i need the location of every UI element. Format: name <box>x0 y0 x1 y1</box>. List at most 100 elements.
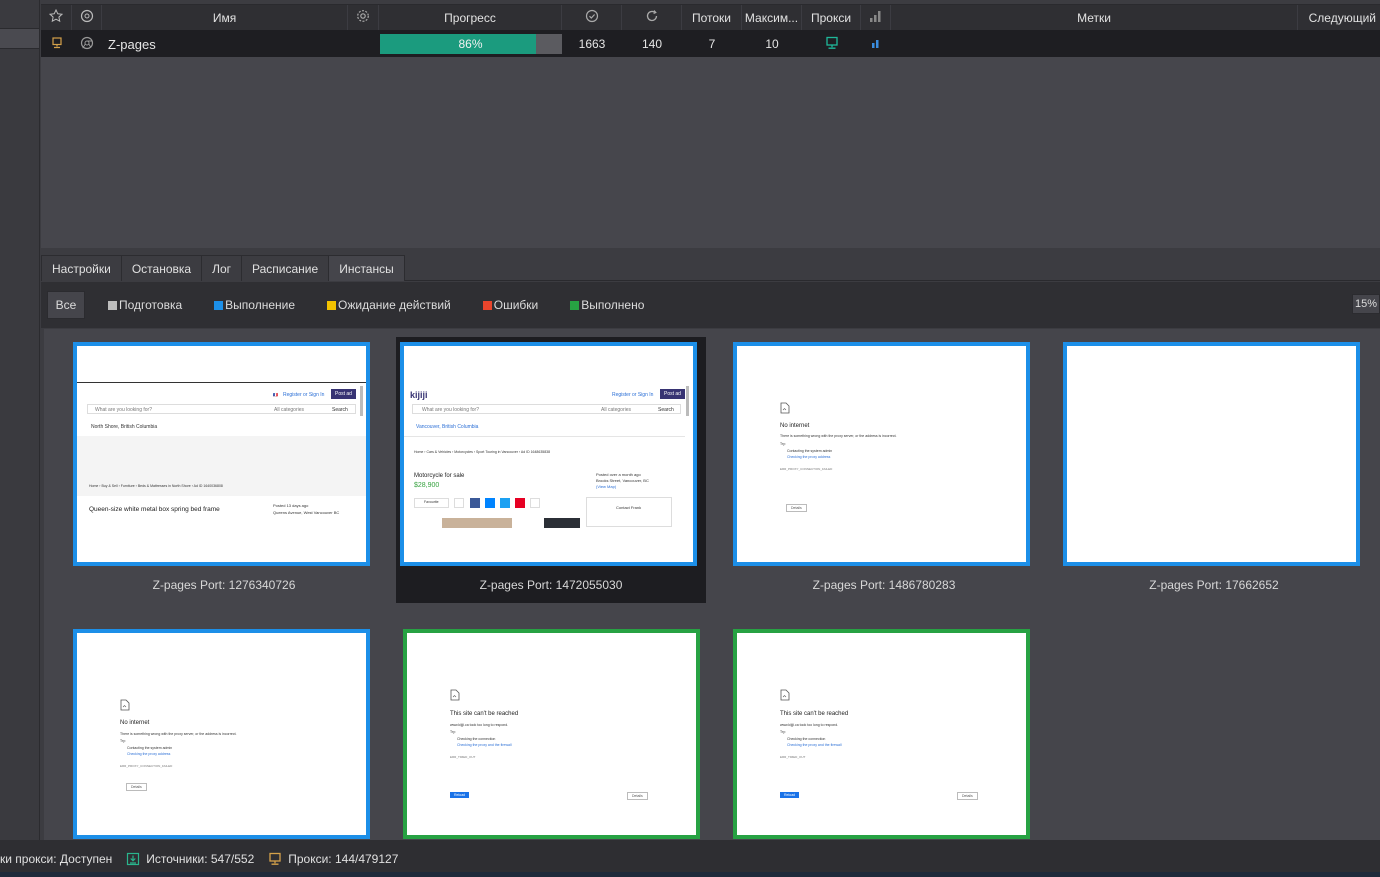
tab-log[interactable]: Лог <box>201 255 243 281</box>
status-color-swatch <box>570 300 580 310</box>
thumb-error-try: Try: <box>450 730 456 734</box>
instance-thumbnail[interactable] <box>1063 342 1360 566</box>
row-browser <box>72 31 102 57</box>
thumb-breadcrumb: Home › Buy & Sell › Furniture › Beds & M… <box>89 484 223 488</box>
settings-column-header[interactable] <box>348 5 379 30</box>
max-count[interactable]: 10 <box>742 31 802 57</box>
filter-label: Ожидание действий <box>338 298 451 312</box>
sources-label: Источники: 547/552 <box>146 851 255 866</box>
instance-thumbnail[interactable]: This site can't be reached www.kijiji.ca… <box>403 629 700 839</box>
instance-card[interactable]: Z-pages Port: 17662652 <box>1059 337 1369 603</box>
retries-count: 140 <box>641 37 663 51</box>
left-panel-header <box>0 0 39 29</box>
sources-status[interactable]: Источники: 547/552 <box>126 852 254 866</box>
thumb-error-tip: Checking the connection <box>457 737 496 741</box>
filter-label: Выполнено <box>581 298 645 312</box>
thumb-error-desc: There is something wrong with the proxy … <box>780 434 897 438</box>
thumb-posted: Posted 13 days ago <box>273 503 309 508</box>
thumb-address: Queens Avenue, West Vancouver BC <box>273 510 340 515</box>
name-column-header[interactable]: Имя <box>102 5 348 30</box>
thumb-error-code: ERR_PROXY_CONNECTION_FAILED <box>120 764 173 768</box>
thumb-error-title: No internet <box>780 423 810 429</box>
instances-grid: 🇫🇷 Register or Sign In Post ad What are … <box>44 329 1380 840</box>
download-icon <box>126 852 140 866</box>
thumb-reload-button: Reload <box>780 792 800 798</box>
instance-card[interactable]: kijiji Register or Sign In Post ad What … <box>396 337 706 603</box>
thumb-breadcrumb: Home › Cars & Vehicles › Motorcycles › S… <box>414 450 551 454</box>
status-color-swatch <box>327 300 337 310</box>
instance-thumbnail[interactable]: No internet There is something wrong wit… <box>733 342 1030 566</box>
retries-column-header[interactable] <box>622 5 682 30</box>
main-area: Имя Прогресс Потоки Максим... Прокси Мет… <box>41 0 1380 840</box>
thumb-location: North Shore, British Columbia <box>91 424 158 430</box>
instance-card[interactable]: 🇫🇷 Register or Sign In Post ad What are … <box>69 337 379 603</box>
thumb-categories: All categories <box>274 407 305 413</box>
proxies-status[interactable]: Прокси: 144/479127 <box>268 852 398 866</box>
thumb-listing-title: Motorcycle for sale <box>414 473 465 479</box>
bottom-tabs: Настройки Остановка Лог Расписание Инста… <box>41 255 1380 281</box>
instance-thumbnail[interactable]: No internet There is something wrong wit… <box>73 629 370 839</box>
signal-bars-icon <box>869 9 883 26</box>
thumb-error-try: Try: <box>120 739 126 743</box>
filter-preparing[interactable]: Подготовка <box>108 298 182 312</box>
progress-column-header[interactable]: Прогресс <box>379 5 562 30</box>
filter-waiting[interactable]: Ожидание действий <box>327 298 451 312</box>
threads-count[interactable]: 7 <box>682 31 742 57</box>
signal-column-header[interactable] <box>861 5 891 30</box>
instance-thumbnail[interactable]: 🇫🇷 Register or Sign In Post ad What are … <box>73 342 370 566</box>
instance-thumbnail[interactable]: This site can't be reached www.kijiji.ca… <box>733 629 1030 839</box>
next-header-label: Следующий <box>1308 10 1376 25</box>
thumb-details-button: Details <box>786 504 807 512</box>
thumb-details-button: Details <box>627 792 648 800</box>
tab-instances[interactable]: Инстансы <box>328 255 405 281</box>
filter-label: Ошибки <box>493 298 539 312</box>
thumb-error-desc: www.kijiji.ca took too long to respond. <box>780 723 839 727</box>
status-color-swatch <box>482 300 492 310</box>
instance-thumbnail[interactable]: kijiji Register or Sign In Post ad What … <box>400 342 697 566</box>
table-row[interactable]: Z-pages 86% 1663 140 7 10 <box>41 31 1380 57</box>
max-column-header[interactable]: Максим... <box>742 5 802 30</box>
tab-settings[interactable]: Настройки <box>41 255 122 281</box>
instance-card[interactable]: This site can't be reached www.kijiji.ca… <box>729 624 1039 840</box>
filter-done[interactable]: Выполнено <box>570 298 644 312</box>
threads-column-header[interactable]: Потоки <box>682 5 742 30</box>
instance-card[interactable]: No internet There is something wrong wit… <box>69 624 379 840</box>
instance-label: Z-pages Port: 1472055030 <box>479 578 623 592</box>
thumb-post-ad: Post ad <box>660 389 685 399</box>
instance-card[interactable]: No internet There is something wrong wit… <box>729 337 1039 603</box>
thumb-search-placeholder: What are you looking for? <box>422 407 479 413</box>
thumb-price: $28,900 <box>414 482 440 489</box>
filter-running[interactable]: Выполнение <box>214 298 295 312</box>
thumb-error-title: This site can't be reached <box>780 711 849 717</box>
browser-column-header[interactable] <box>72 5 102 30</box>
projects-table-header: Имя Прогресс Потоки Максим... Прокси Мет… <box>41 4 1380 31</box>
thumb-address: Brooks Street, Vancouver, BC <box>596 478 649 483</box>
progress-label: 86% <box>458 37 483 51</box>
proxy-check-status: ки прокси: Доступен <box>0 852 112 866</box>
left-panel-strip <box>0 0 40 840</box>
success-column-header[interactable] <box>562 5 622 30</box>
zoom-level[interactable]: 15% <box>1352 294 1380 314</box>
thumb-search-button: Search <box>658 407 674 413</box>
favorite-column-header[interactable] <box>41 5 72 30</box>
status-color-swatch <box>108 300 117 310</box>
proxy-column-header[interactable]: Прокси <box>802 5 861 30</box>
thumb-favourite: Favourite <box>424 500 439 504</box>
row-settings-cell <box>348 31 379 57</box>
tab-stop[interactable]: Остановка <box>120 255 203 281</box>
thumb-listing-title: Queen-size white metal box spring bed fr… <box>89 506 220 513</box>
browser-icon <box>80 9 94 26</box>
thumb-error-tip: Checking the proxy address <box>787 455 831 459</box>
left-panel-selected-row[interactable] <box>0 29 39 49</box>
instance-card[interactable]: This site can't be reached www.kijiji.ca… <box>399 624 709 840</box>
filter-errors[interactable]: Ошибки <box>482 298 539 312</box>
filter-all-button[interactable]: Все <box>47 291 85 319</box>
tab-schedule[interactable]: Расписание <box>241 255 330 281</box>
thumb-error-tip: Checking the proxy and the firewall <box>787 743 842 747</box>
tags-header-label: Метки <box>1077 10 1111 25</box>
check-circle-icon <box>585 9 599 26</box>
tags-column-header[interactable]: Метки <box>891 5 1298 30</box>
taskbar-edge <box>0 872 1380 877</box>
status-color-swatch <box>214 300 224 310</box>
next-column-header[interactable]: Следующий <box>1298 5 1380 30</box>
